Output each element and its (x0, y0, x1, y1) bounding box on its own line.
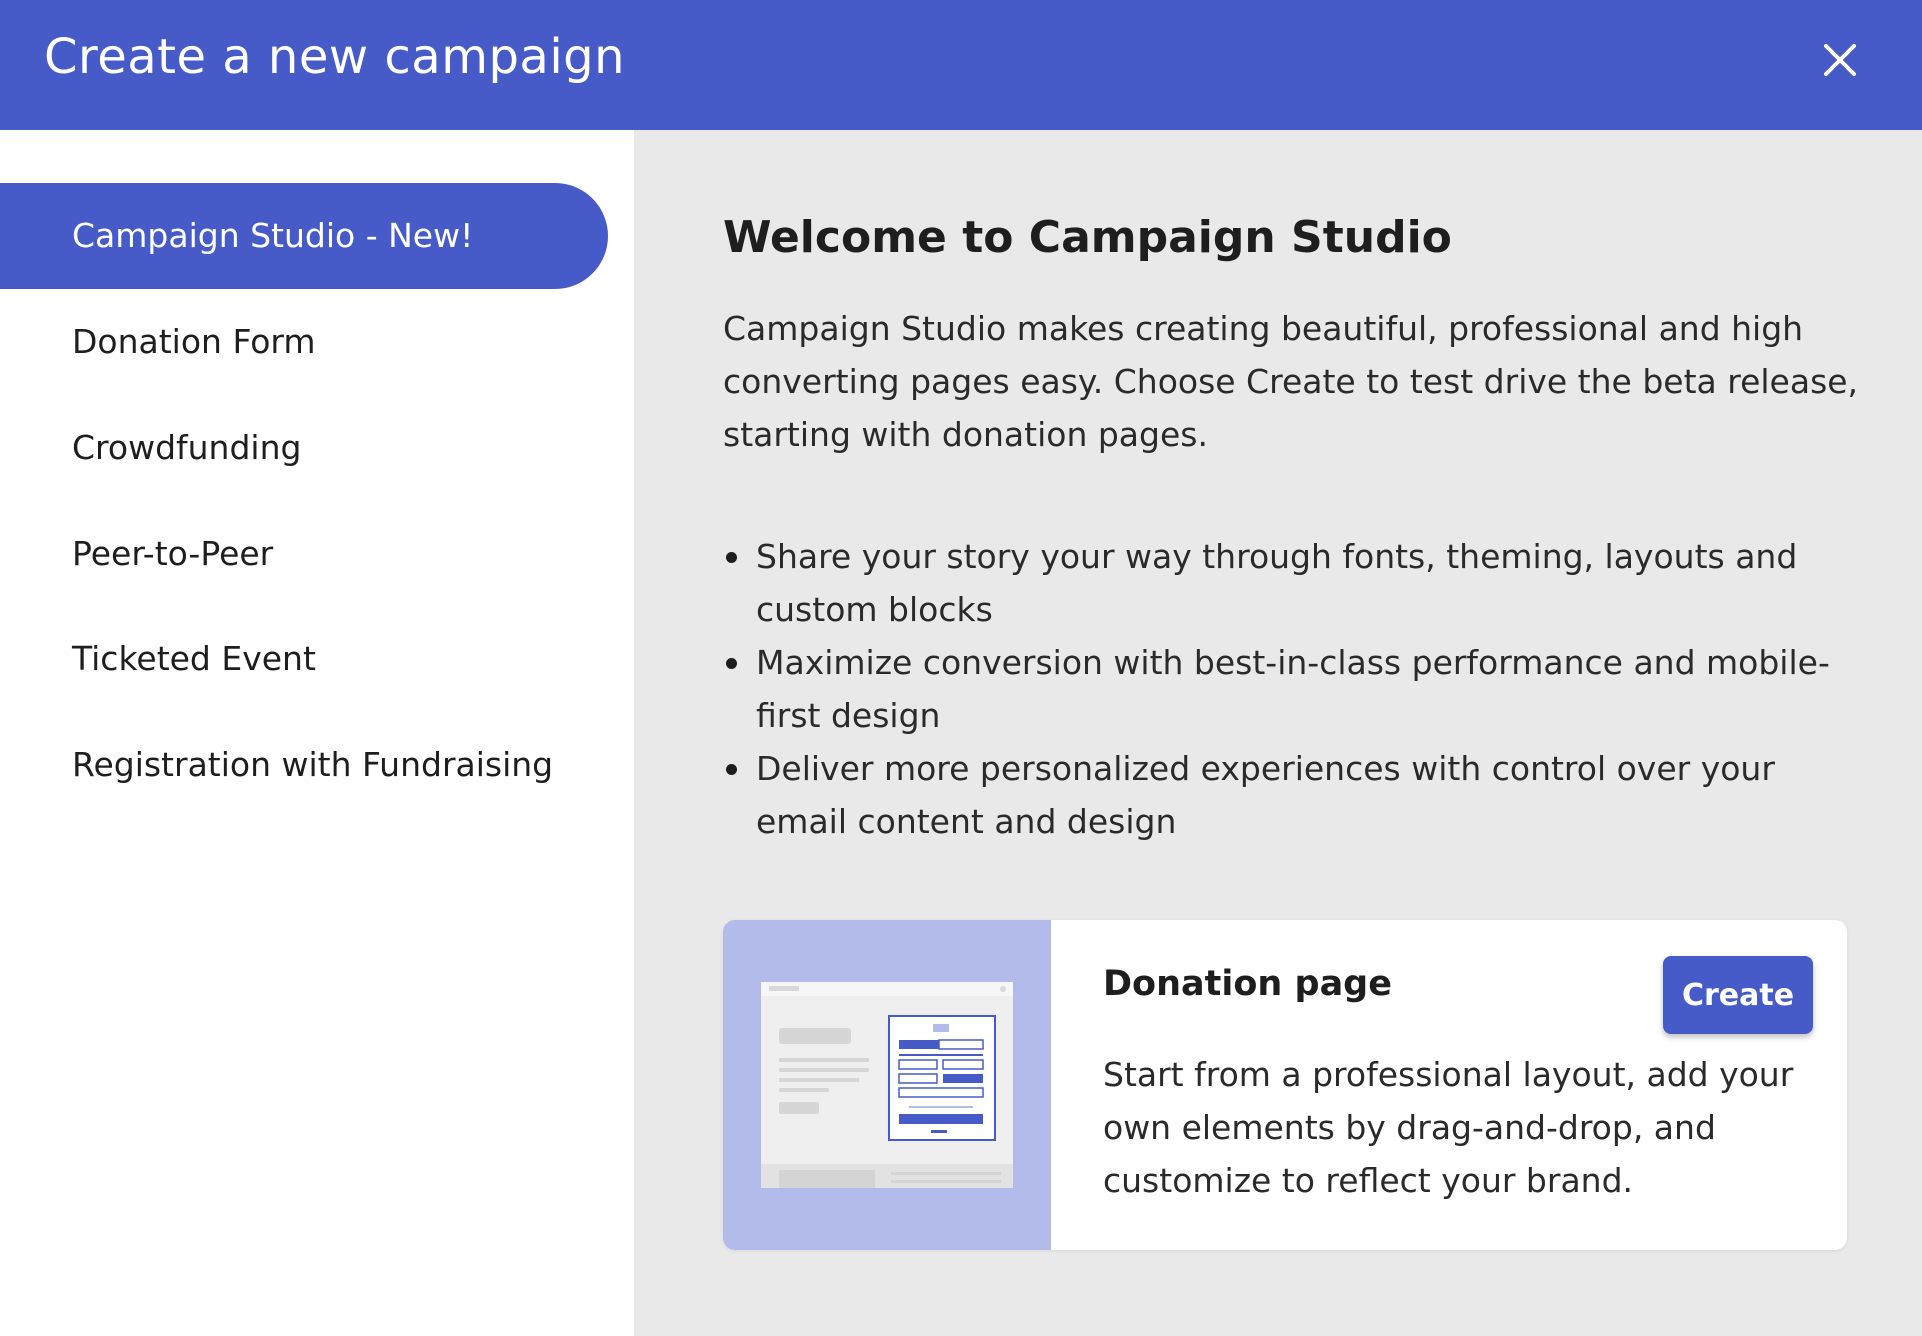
sidebar-item-ticketed-event[interactable]: Ticketed Event (0, 606, 608, 712)
donation-page-thumbnail (723, 920, 1051, 1250)
modal-header: Create a new campaign (0, 0, 1922, 130)
feature-text: Deliver more personalized experiences wi… (756, 749, 1775, 841)
create-button[interactable]: Create (1663, 956, 1813, 1034)
feature-item: Deliver more personalized experiences wi… (723, 742, 1873, 848)
sidebar-item-campaign-studio[interactable]: Campaign Studio - New! (0, 183, 608, 289)
feature-text: Share your story your way through fonts,… (756, 537, 1798, 629)
main-content: Welcome to Campaign Studio Campaign Stud… (634, 130, 1922, 1336)
close-button[interactable] (1816, 36, 1864, 84)
campaign-type-sidebar: Campaign Studio - New! Donation Form Cro… (0, 130, 634, 1336)
intro-text: Campaign Studio makes creating beautiful… (723, 309, 1859, 454)
close-icon (1824, 44, 1856, 76)
sidebar-item-crowdfunding[interactable]: Crowdfunding (0, 395, 608, 501)
bullet-icon (726, 552, 737, 563)
donation-page-card: Donation page Create Start from a profes… (723, 920, 1847, 1250)
sidebar-item-registration-with-fundraising[interactable]: Registration with Fundraising (0, 712, 608, 818)
card-title: Donation page (1103, 964, 1392, 1004)
feature-text: Maximize conversion with best-in-class p… (756, 643, 1830, 735)
card-description: Start from a professional layout, add yo… (1103, 1055, 1794, 1200)
donation-page-preview-icon (761, 982, 1013, 1188)
sidebar-item-peer-to-peer[interactable]: Peer-to-Peer (0, 501, 608, 607)
feature-item: Share your story your way through fonts,… (723, 530, 1873, 636)
sidebar-item-donation-form[interactable]: Donation Form (0, 289, 608, 395)
bullet-icon (726, 658, 737, 669)
welcome-heading: Welcome to Campaign Studio (723, 212, 1452, 263)
feature-list: Share your story your way through fonts,… (723, 530, 1873, 848)
bullet-icon (726, 764, 737, 775)
feature-item: Maximize conversion with best-in-class p… (723, 636, 1873, 742)
modal-title: Create a new campaign (44, 29, 626, 85)
